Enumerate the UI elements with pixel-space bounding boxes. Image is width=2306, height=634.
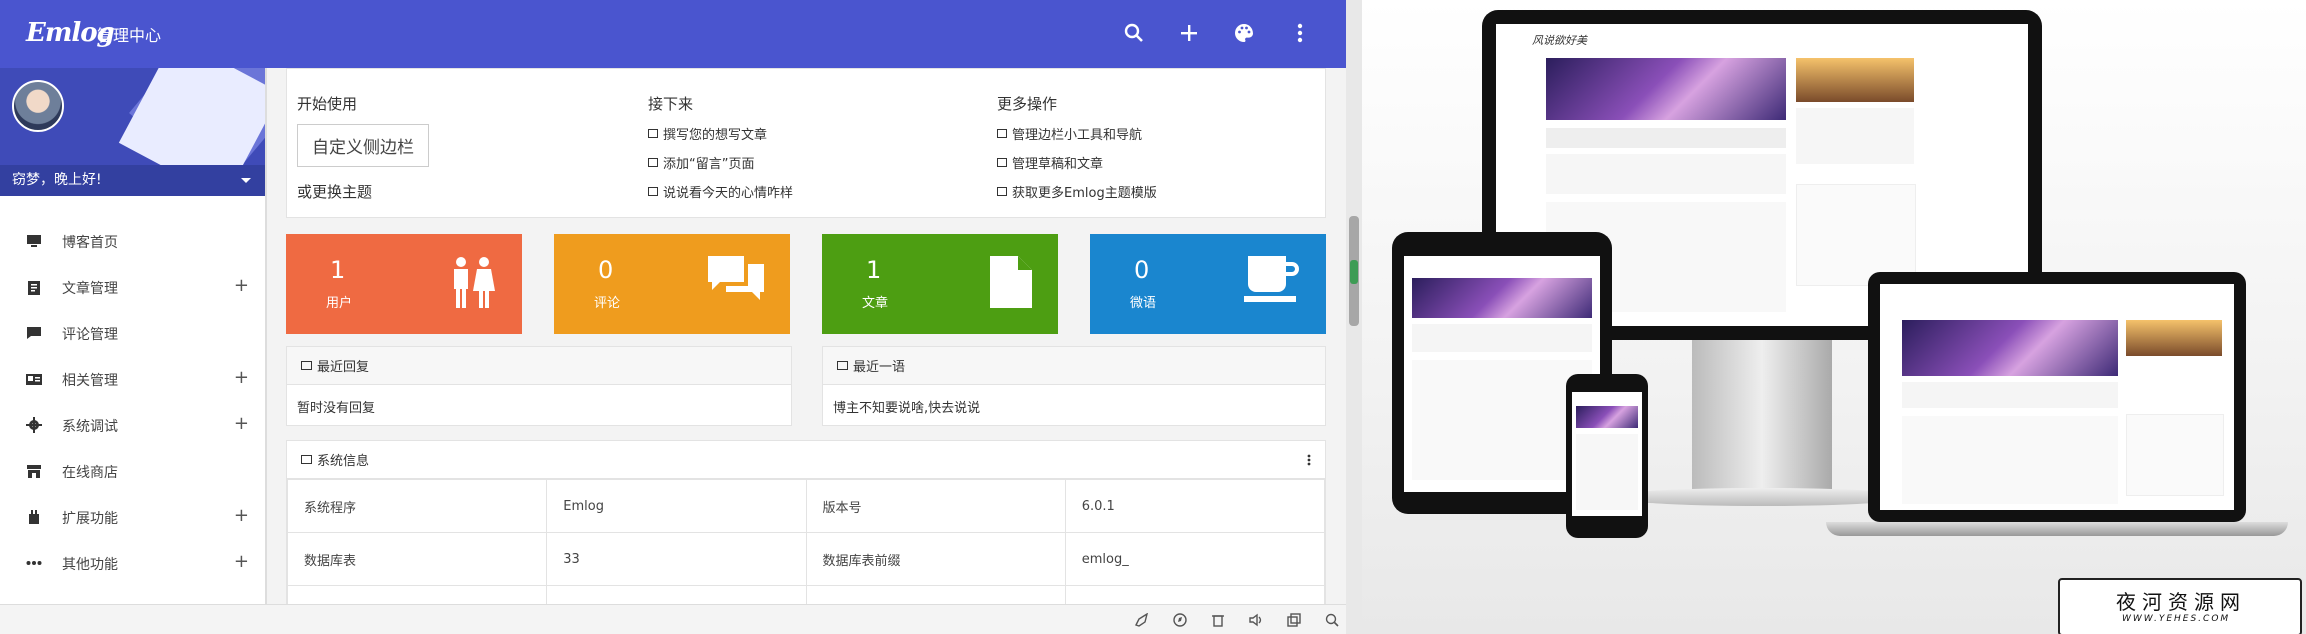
mood-icon <box>837 361 848 370</box>
plus-icon[interactable] <box>1174 18 1204 48</box>
monitor-icon <box>301 455 312 464</box>
gear-icon <box>26 417 42 433</box>
responsive-theme-preview: 风说欲好美 夜河资源网 WWW.YEHES.COM <box>1362 0 2306 634</box>
system-info-panel: 系统信息 系统程序 Emlog 版本号 6.0.1 数据库表 33 数据库表前缀… <box>286 440 1326 610</box>
comments-icon <box>708 256 764 300</box>
chat-icon <box>27 327 41 339</box>
trash-icon[interactable] <box>1210 613 1226 627</box>
sidebar-item-extensions[interactable]: 扩展功能 + <box>0 494 265 540</box>
admin-panel: Emlog 管理中心 窃梦，晚上好! 博客首页 文章管理 + 评论管理 相关管理… <box>0 0 1362 634</box>
table-row: 数据库表 33 数据库表前缀 emlog_ <box>287 532 1325 586</box>
expand-icon[interactable]: + <box>234 367 249 388</box>
sidebar-item-articles[interactable]: 文章管理 + <box>0 264 265 310</box>
bottom-toolbar <box>0 604 1346 634</box>
phone-screen <box>1572 392 1642 516</box>
rocket-icon[interactable] <box>1134 613 1150 627</box>
stat-articles[interactable]: 1 文章 <box>822 234 1058 334</box>
mood-icon <box>648 187 658 196</box>
card-icon <box>26 374 42 385</box>
welcome-panel: 开始使用 自定义侧边栏 或更换主题 接下来 撰写您的想写文章 添加“留言”页面 … <box>286 68 1326 218</box>
caret-down-icon <box>241 178 251 183</box>
next-column: 接下来 撰写您的想写文章 添加“留言”页面 说说看今天的心情咋样 <box>648 95 794 201</box>
scrollbar[interactable] <box>1346 0 1362 634</box>
recent-replies-panel: 最近回复 暂时没有回复 <box>286 346 792 426</box>
users-icon <box>454 257 495 308</box>
phone-device <box>1566 374 1648 538</box>
sidebar-item-blog-home[interactable]: 博客首页 <box>0 218 265 264</box>
sidebar: 窃梦，晚上好! 博客首页 文章管理 + 评论管理 相关管理 + 系统调试 + 在… <box>0 68 267 634</box>
get-themes-link[interactable]: 获取更多Emlog主题模版 <box>997 182 1157 201</box>
sidebar-item-store[interactable]: 在线商店 <box>0 448 265 494</box>
compass-icon[interactable] <box>1172 613 1188 627</box>
switch-theme-link[interactable]: 或更换主题 <box>297 181 429 202</box>
system-info-table: 系统程序 Emlog 版本号 6.0.1 数据库表 33 数据库表前缀 emlo… <box>287 479 1325 609</box>
expand-icon[interactable]: + <box>234 505 249 526</box>
dots-icon <box>26 561 42 565</box>
stat-twitters[interactable]: 0 微语 <box>1090 234 1326 334</box>
add-guestbook-link[interactable]: 添加“留言”页面 <box>648 153 793 172</box>
laptop-device <box>1868 272 2246 522</box>
table-row: 系统程序 Emlog 版本号 6.0.1 <box>287 479 1325 533</box>
stat-comments[interactable]: 0 评论 <box>554 234 790 334</box>
start-column: 开始使用 自定义侧边栏 或更换主题 <box>297 93 429 202</box>
sidebar-item-debug[interactable]: 系统调试 + <box>0 402 265 448</box>
profile-card: 窃梦，晚上好! <box>0 68 265 196</box>
cup-icon <box>1244 256 1299 302</box>
search-icon[interactable] <box>1119 18 1149 48</box>
user-menu-toggle[interactable]: 窃梦，晚上好! <box>0 165 265 196</box>
document-icon <box>990 256 1032 308</box>
search-icon[interactable] <box>1324 613 1340 627</box>
top-app-bar: Emlog 管理中心 <box>0 0 1346 68</box>
admin-center-title: 管理中心 <box>97 26 162 45</box>
monitor-icon <box>27 235 41 247</box>
comment-icon <box>301 361 312 370</box>
greeting-text: 窃梦，晚上好! <box>12 172 102 188</box>
expand-icon[interactable]: + <box>234 413 249 434</box>
edit-icon <box>648 129 658 138</box>
manage-drafts-link[interactable]: 管理草稿和文章 <box>997 153 1157 172</box>
sidebar-item-other[interactable]: 其他功能 + <box>0 540 265 586</box>
sidebar-item-comments[interactable]: 评论管理 <box>0 310 265 356</box>
grid-icon <box>997 129 1007 138</box>
store-icon <box>27 465 41 478</box>
expand-icon[interactable]: + <box>234 275 249 296</box>
expand-icon[interactable]: + <box>234 551 249 572</box>
panel-menu-icon[interactable] <box>1307 454 1311 466</box>
write-post-link[interactable]: 撰写您的想写文章 <box>648 124 793 143</box>
drafts-icon <box>997 158 1007 167</box>
laptop-screen <box>1880 284 2234 510</box>
windows-icon[interactable] <box>1286 613 1302 627</box>
volume-icon[interactable] <box>1248 613 1264 627</box>
palette-icon[interactable] <box>1229 18 1259 48</box>
more-column: 更多操作 管理边栏小工具和导航 管理草稿和文章 获取更多Emlog主题模版 <box>997 95 1157 201</box>
sidebar-item-related[interactable]: 相关管理 + <box>0 356 265 402</box>
sidebar-menu: 博客首页 文章管理 + 评论管理 相关管理 + 系统调试 + 在线商店 扩展功能… <box>0 218 265 586</box>
manage-widgets-link[interactable]: 管理边栏小工具和导航 <box>997 124 1157 143</box>
download-icon <box>997 187 1007 196</box>
watermark-logo: 夜河资源网 WWW.YEHES.COM <box>2058 578 2302 634</box>
avatar[interactable] <box>12 80 64 132</box>
stat-users[interactable]: 1 用户 <box>286 234 522 334</box>
more-vertical-icon[interactable] <box>1285 18 1315 48</box>
recent-twitter-panel: 最近一语 博主不知要说啥,快去说说 <box>822 346 1326 426</box>
page-icon <box>648 158 658 167</box>
post-mood-link[interactable]: 说说看今天的心情咋样 <box>648 182 793 201</box>
clipboard-icon <box>28 281 40 295</box>
blog-name: 风说欲好美 <box>1532 34 1587 47</box>
plug-icon <box>29 510 39 524</box>
customize-sidebar-button[interactable]: 自定义侧边栏 <box>297 124 429 167</box>
